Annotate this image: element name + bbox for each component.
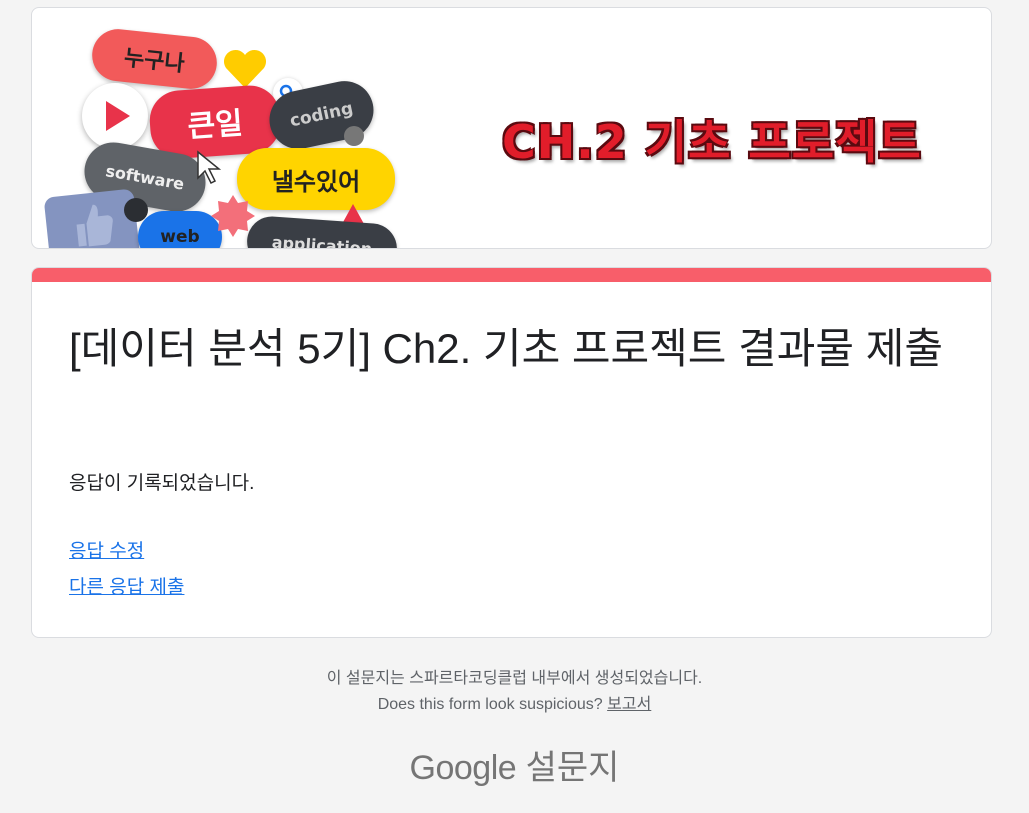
edit-response-link[interactable]: 응답 수정 bbox=[69, 536, 144, 563]
banner-title: CH.2 기초 프로젝트 bbox=[502, 115, 922, 169]
thumbs-up-icon bbox=[43, 188, 141, 248]
form-title: [데이터 분석 5기] Ch2. 기초 프로젝트 결과물 제출 bbox=[69, 325, 943, 372]
dot-gray bbox=[344, 126, 364, 146]
created-by-notice: 이 설문지는 스파르타코딩클럽 내부에서 생성되었습니다. bbox=[326, 670, 703, 687]
tag-anyone: 누구나 bbox=[89, 26, 220, 92]
theme-accent-bar bbox=[32, 268, 991, 282]
suspicious-prompt: Does this form look suspicious? bbox=[377, 696, 603, 713]
tag-application: application bbox=[245, 214, 399, 248]
confirmation-message: 응답이 기록되었습니다. bbox=[69, 473, 255, 494]
tag-can-do: 낼수있어 bbox=[237, 148, 395, 210]
play-icon bbox=[82, 83, 148, 149]
confirmation-card: [데이터 분석 5기] Ch2. 기초 프로젝트 결과물 제출 응답이 기록되었… bbox=[31, 267, 992, 638]
submit-another-response-link[interactable]: 다른 응답 제출 bbox=[69, 572, 184, 599]
abuse-report-line: Does this form look suspicious? 보고서 bbox=[0, 690, 1029, 714]
report-abuse-link[interactable]: 보고서 bbox=[607, 696, 651, 713]
cursor-icon bbox=[196, 150, 226, 191]
google-forms-logo[interactable]: Google 설문지 bbox=[0, 740, 1029, 789]
banner-collage: 누구나 큰일 coding software 낼수있어 web applicat… bbox=[32, 8, 432, 248]
forms-wordmark: 설문지 bbox=[525, 749, 620, 787]
google-wordmark: Google bbox=[409, 749, 517, 787]
header-banner: 누구나 큰일 coding software 낼수있어 web applicat… bbox=[31, 7, 992, 249]
